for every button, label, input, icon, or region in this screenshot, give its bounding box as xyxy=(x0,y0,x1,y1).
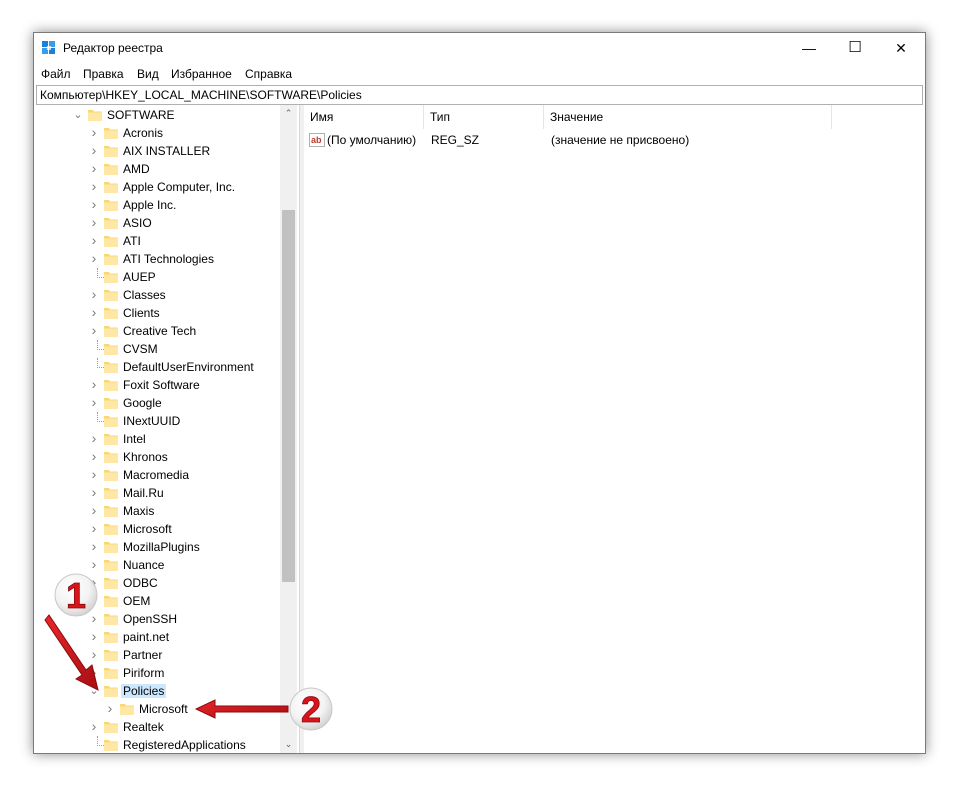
step-1-badge: 1 xyxy=(54,573,98,617)
annotation-layer: 1 2 xyxy=(44,573,333,731)
step-2-number: 2 xyxy=(301,689,321,730)
step-1-number: 1 xyxy=(66,575,86,616)
arrow-1 xyxy=(44,614,99,691)
arrow-2 xyxy=(194,699,289,719)
step-2-badge: 2 xyxy=(289,687,333,731)
